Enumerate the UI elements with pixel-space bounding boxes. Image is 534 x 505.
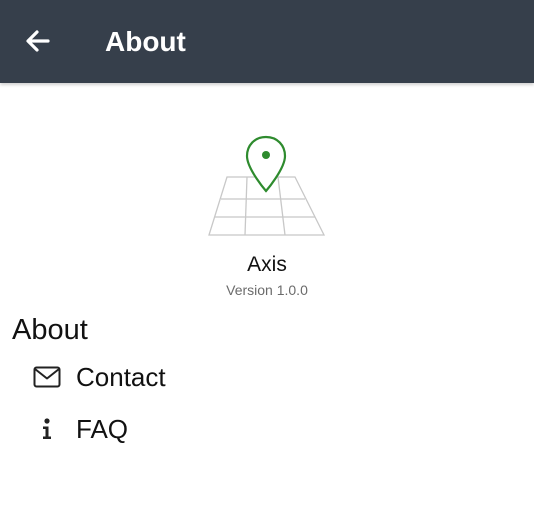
mail-icon <box>33 364 61 390</box>
app-name: Axis <box>247 253 287 276</box>
app-version: Version 1.0.0 <box>226 282 308 298</box>
app-bar: About <box>0 0 534 83</box>
info-icon <box>33 416 61 442</box>
page-title: About <box>105 26 186 57</box>
map-pin-grid-logo <box>208 135 326 236</box>
arrow-left-icon <box>26 30 50 52</box>
faq-item[interactable]: FAQ <box>0 407 534 451</box>
back-button[interactable] <box>14 20 62 62</box>
app-logo <box>205 133 329 241</box>
faq-label: FAQ <box>76 414 129 444</box>
contact-label: Contact <box>76 362 166 392</box>
section-title: About <box>12 314 88 346</box>
contact-item[interactable]: Contact <box>0 355 534 399</box>
